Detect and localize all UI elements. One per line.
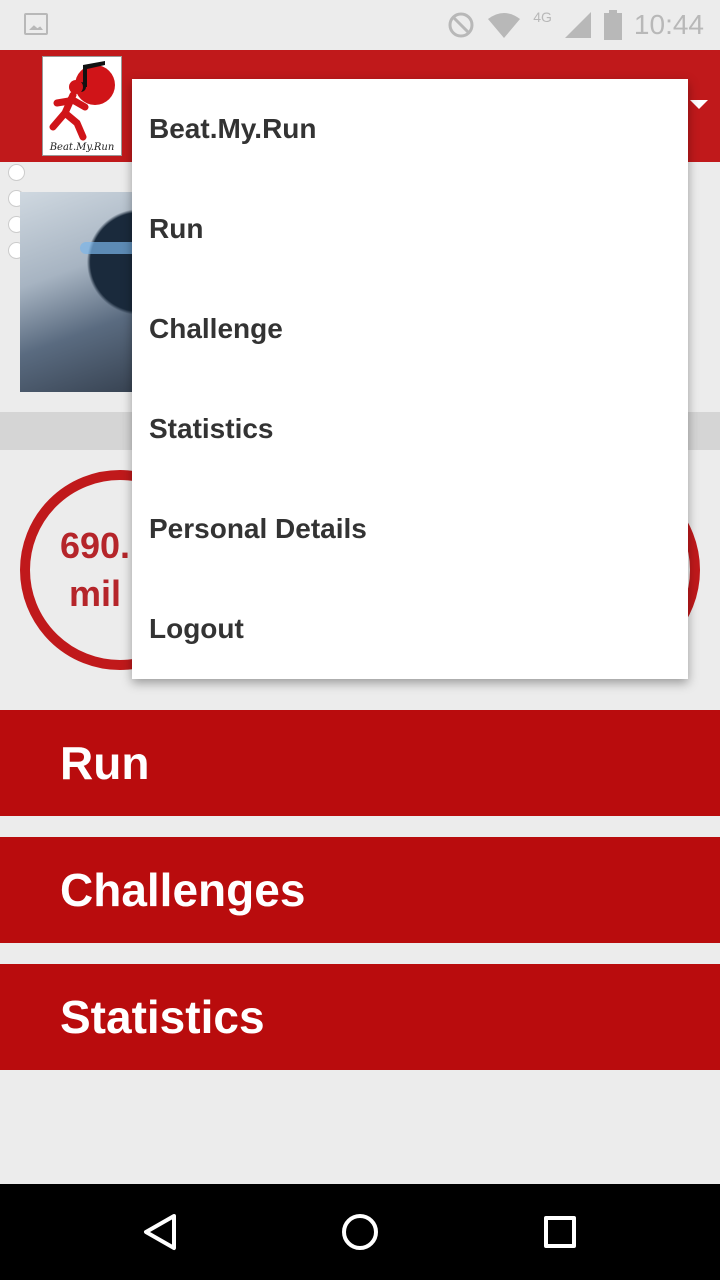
home-icon[interactable]: [342, 1214, 378, 1250]
battery-icon: [603, 10, 622, 40]
run-button[interactable]: Run: [0, 710, 720, 816]
status-time: 10:44: [633, 9, 704, 40]
signal-icon: [564, 12, 591, 38]
statistics-button[interactable]: Statistics: [0, 964, 720, 1070]
back-icon[interactable]: [140, 1212, 180, 1252]
menu-item-challenge[interactable]: Challenge: [132, 279, 688, 379]
menu-item-run[interactable]: Run: [132, 179, 688, 279]
overflow-menu: Beat.My.Run Run Challenge Statistics Per…: [132, 79, 688, 679]
pager-dot[interactable]: [8, 164, 25, 181]
network-type: 4G: [533, 9, 552, 25]
dropdown-arrow-icon[interactable]: [690, 100, 708, 109]
menu-item-personal-details[interactable]: Personal Details: [132, 479, 688, 579]
status-icons: 4G 10:44: [447, 8, 704, 42]
app-logo[interactable]: Beat.My.Run: [42, 56, 122, 156]
menu-item-beat-my-run[interactable]: Beat.My.Run: [132, 79, 688, 179]
menu-item-logout[interactable]: Logout: [132, 579, 688, 679]
status-bar: 4G 10:44: [0, 0, 720, 50]
menu-item-statistics[interactable]: Statistics: [132, 379, 688, 479]
do-not-disturb-icon: [448, 12, 474, 38]
recents-icon[interactable]: [544, 1216, 576, 1248]
image-icon: [24, 13, 48, 35]
wifi-icon: [488, 13, 521, 38]
logo-caption: Beat.My.Run: [49, 142, 115, 153]
challenges-button[interactable]: Challenges: [0, 837, 720, 943]
runner-logo-icon: [49, 61, 115, 141]
navigation-bar: [0, 1184, 720, 1280]
